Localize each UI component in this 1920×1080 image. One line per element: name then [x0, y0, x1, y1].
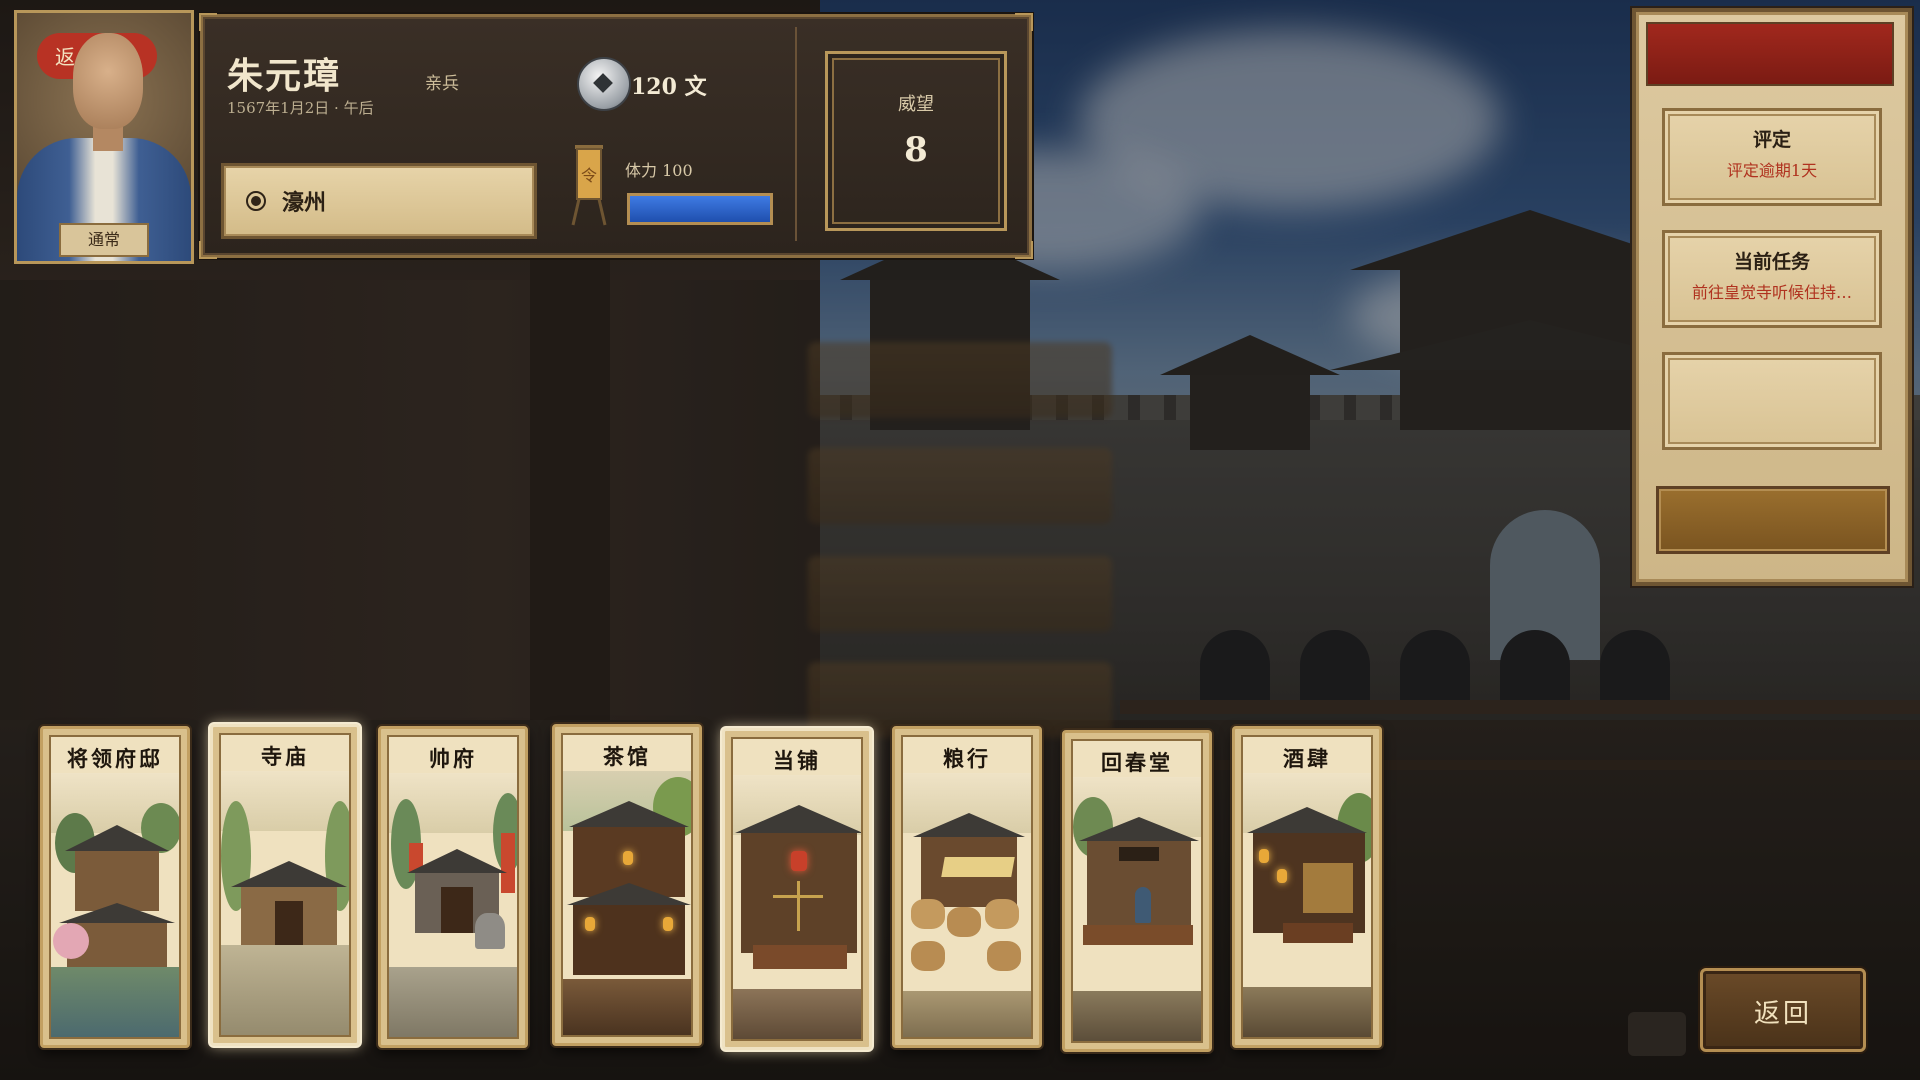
prestige-value: 8	[904, 130, 928, 170]
card-illustration	[733, 775, 861, 1039]
prestige-label: 威望	[898, 94, 934, 115]
character-info-panel: 朱元璋 亲兵 1567年1月2日 · 午后 120 文 濠州 令 体力 100 …	[199, 13, 1033, 259]
game-date: 1567年1月2日 · 午后	[227, 99, 374, 117]
stamina-label: 体力 100	[625, 161, 693, 180]
location-card-general-mansion[interactable]: 将领府邸	[40, 726, 190, 1048]
frame-corner	[1015, 13, 1033, 31]
frame-corner	[199, 241, 217, 259]
side-card-current-task[interactable]: 当前任务 前往皇觉寺听候住持…	[1662, 230, 1882, 328]
money-amount: 120 文	[631, 74, 707, 100]
side-card-assessment[interactable]: 评定 评定逾期1天	[1662, 108, 1882, 206]
card-frame: 粮行	[901, 735, 1033, 1039]
svg-text:令: 令	[581, 166, 597, 185]
card-label: 寺庙	[261, 744, 309, 769]
character-name: 朱元璋	[227, 55, 342, 97]
stamina-bar	[627, 193, 773, 225]
card-frame: 酒肆	[1241, 735, 1373, 1039]
panel-divider	[795, 27, 797, 241]
banner-icon: 令	[571, 145, 607, 226]
location-card-tavern[interactable]: 酒肆	[1232, 726, 1382, 1048]
card-frame: 当铺	[731, 737, 863, 1041]
location-selector[interactable]: 濠州	[221, 163, 537, 239]
card-illustration	[389, 773, 517, 1037]
return-button-label: 返回	[1753, 999, 1812, 1029]
card-illustration	[903, 773, 1031, 1037]
stamina-bar-fill	[630, 196, 770, 222]
frame-corner	[199, 13, 217, 31]
location-card-pharmacy[interactable]: 回春堂	[1062, 730, 1212, 1052]
location-card-pawnshop[interactable]: 当铺	[722, 728, 872, 1050]
card-label: 酒肆	[1283, 746, 1331, 771]
card-illustration	[563, 771, 691, 1035]
prestige-box: 威望 8	[825, 51, 1007, 231]
card-label: 帅府	[429, 746, 477, 771]
side-panel-footer-button[interactable]	[1656, 486, 1890, 554]
card-frame: 寺庙	[219, 733, 351, 1037]
card-label: 粮行	[943, 746, 991, 771]
character-head	[73, 33, 143, 129]
location-name: 濠州	[282, 190, 327, 216]
return-button[interactable]: 返回	[1700, 968, 1866, 1052]
location-card-temple[interactable]: 寺庙	[210, 724, 360, 1046]
card-illustration	[51, 773, 179, 1037]
card-illustration	[1073, 777, 1201, 1041]
card-label: 将领府邸	[67, 746, 163, 771]
coin-icon	[577, 57, 631, 111]
location-card-command-office[interactable]: 帅府	[378, 726, 528, 1048]
side-card-title: 评定	[1752, 129, 1791, 151]
portrait-badge-text: 返	[55, 45, 75, 69]
background-ghost-button	[1628, 1012, 1686, 1056]
character-title: 亲兵	[425, 74, 459, 94]
card-label: 回春堂	[1101, 750, 1173, 775]
card-frame: 帅府	[387, 735, 519, 1039]
card-illustration	[1243, 773, 1371, 1037]
side-card-subtitle: 评定逾期1天	[1726, 161, 1818, 180]
status-badge: 通常	[59, 223, 149, 257]
card-illustration	[221, 771, 349, 1035]
card-frame: 茶馆	[561, 733, 693, 1037]
card-frame: 将领府邸	[49, 735, 181, 1039]
character-portrait[interactable]: 返 通常	[14, 10, 194, 264]
side-panel-header	[1646, 22, 1894, 86]
card-label: 当铺	[773, 748, 821, 773]
side-card-title: 当前任务	[1733, 251, 1810, 273]
side-card-empty[interactable]	[1662, 352, 1882, 450]
location-card-grain-store[interactable]: 粮行	[892, 726, 1042, 1048]
card-label: 茶馆	[603, 744, 651, 769]
frame-corner	[1015, 241, 1033, 259]
radio-icon	[246, 191, 266, 211]
location-card-teahouse[interactable]: 茶馆	[552, 724, 702, 1046]
card-frame: 回春堂	[1071, 739, 1203, 1043]
side-panel: 评定 评定逾期1天 当前任务 前往皇觉寺听候住持…	[1632, 8, 1912, 586]
side-card-subtitle: 前往皇觉寺听候住持…	[1691, 283, 1852, 302]
